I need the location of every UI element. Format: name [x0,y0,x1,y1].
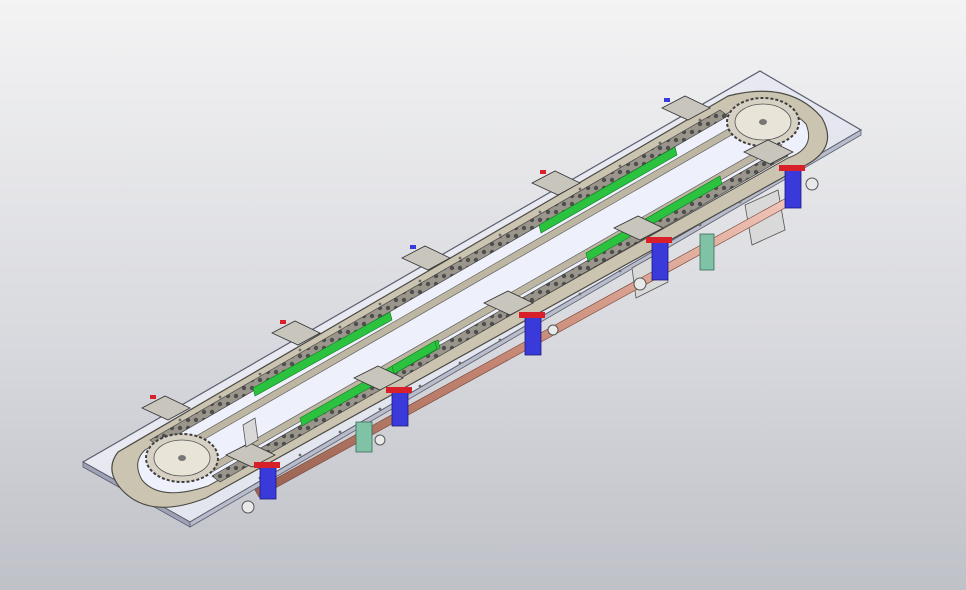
conveyor-model [81,70,863,528]
sprocket-right-icon [726,97,800,147]
clamp-icon [779,165,819,209]
sprocket-left-icon [145,433,219,483]
clamp-icon [519,312,559,356]
outer-rail [111,90,829,508]
cad-viewport[interactable] [0,0,966,590]
